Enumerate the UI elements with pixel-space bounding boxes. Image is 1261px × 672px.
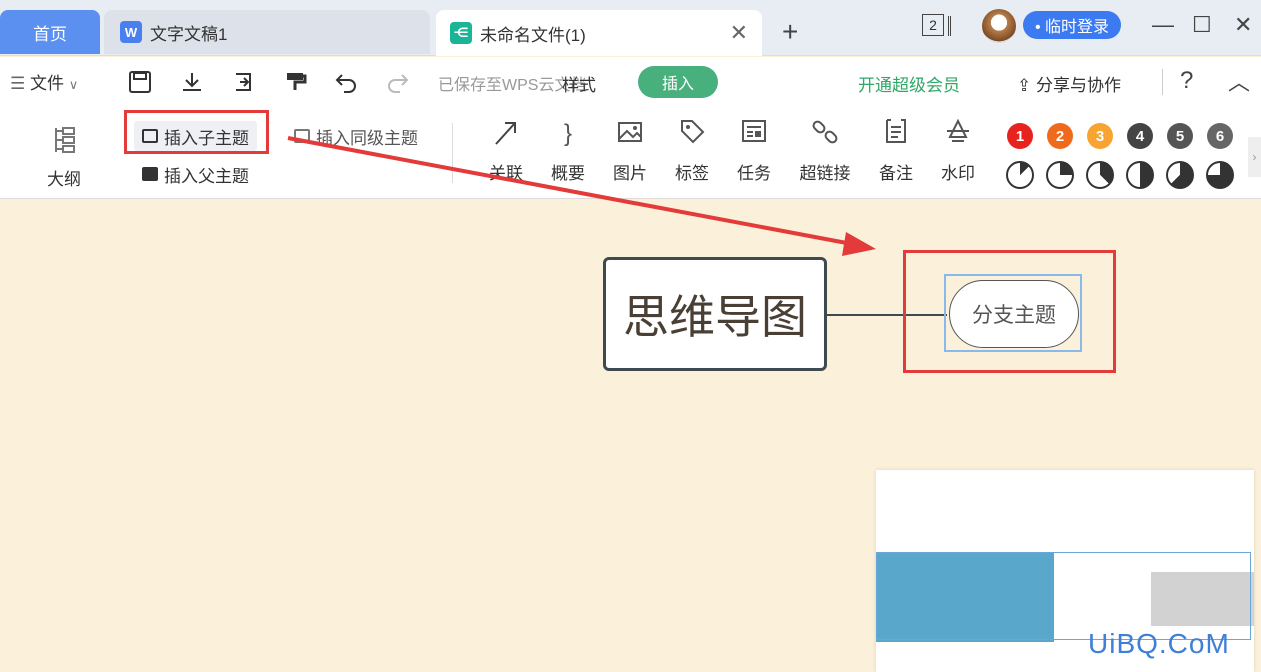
priority-2-icon[interactable]: 2 <box>1047 123 1073 149</box>
ribbon-scroll-right-icon[interactable]: › <box>1248 137 1261 177</box>
topic-connector-line <box>827 314 947 316</box>
ribbon-divider <box>452 123 453 183</box>
insert-parent-topic-button[interactable]: 插入父主题 <box>134 159 257 189</box>
outline-button[interactable]: 大纲 <box>42 125 86 189</box>
outline-icon <box>42 125 86 162</box>
image-icon <box>598 117 662 151</box>
close-tab-icon[interactable]: ✕ <box>730 20 748 46</box>
relation-label: 关联 <box>489 164 523 183</box>
priority-3-icon[interactable]: 3 <box>1087 123 1113 149</box>
minimize-icon[interactable]: — <box>1152 12 1174 38</box>
tag-button[interactable]: 标签 <box>660 117 724 184</box>
progress-6-icon[interactable] <box>1206 161 1234 189</box>
task-button[interactable]: 任务 <box>722 117 786 184</box>
tab-bar: 首页 W 文字文稿1 ⋲ 未命名文件(1) ✕ + 2 • 临时登录 — ☐ ✕ <box>0 0 1261 56</box>
temp-login-button[interactable]: • 临时登录 <box>1023 11 1121 39</box>
hyperlink-button[interactable]: 超链接 <box>793 117 857 184</box>
wps-writer-icon: W <box>120 21 142 43</box>
site-watermark: UiBQ.CoM <box>1088 628 1230 659</box>
task-icon <box>722 117 786 151</box>
help-icon[interactable]: ? <box>1180 67 1193 95</box>
menu-divider <box>1162 69 1163 95</box>
share-label: 分享与协作 <box>1035 76 1121 95</box>
relation-arrow-icon <box>474 117 538 151</box>
tab-insert[interactable]: 插入 <box>638 66 718 98</box>
hamburger-icon: ☰ <box>10 74 26 93</box>
window-count-badge[interactable]: 2 <box>922 14 944 36</box>
insert-parent-topic-label: 插入父主题 <box>164 166 249 186</box>
watermark-icon <box>926 117 990 151</box>
summary-label: 概要 <box>551 164 585 183</box>
image-button[interactable]: 图片 <box>598 117 662 184</box>
close-window-icon[interactable]: ✕ <box>1234 12 1252 38</box>
window-stack-icon <box>948 16 951 36</box>
progress-3-icon[interactable] <box>1086 161 1114 189</box>
priority-4-icon[interactable]: 4 <box>1127 123 1153 149</box>
hyperlink-icon <box>793 117 857 151</box>
relation-button[interactable]: 关联 <box>474 117 538 184</box>
sibling-topic-icon <box>294 129 310 143</box>
summary-button[interactable]: } 概要 <box>536 117 600 184</box>
minimap-viewport[interactable] <box>876 552 1251 640</box>
summary-brace-icon: } <box>563 120 572 147</box>
vip-upgrade-link[interactable]: 开通超级会员 <box>858 71 960 96</box>
chevron-down-icon: ∨ <box>68 77 79 92</box>
image-label: 图片 <box>613 164 647 183</box>
watermark-button[interactable]: 水印 <box>926 117 990 184</box>
outline-label: 大纲 <box>47 170 81 189</box>
branch-topic-node[interactable]: 分支主题 <box>949 280 1079 348</box>
maximize-icon[interactable]: ☐ <box>1192 12 1212 38</box>
tab-text-document[interactable]: W 文字文稿1 <box>104 10 430 54</box>
export-icon[interactable] <box>232 70 256 100</box>
share-collaborate-button[interactable]: ⇪ 分享与协作 <box>1017 71 1121 96</box>
note-button[interactable]: 备注 <box>864 117 928 184</box>
insert-sibling-topic-label: 插入同级主题 <box>316 128 418 148</box>
progress-1-icon[interactable] <box>1006 161 1034 189</box>
hyperlink-label: 超链接 <box>799 164 851 183</box>
mindmap-icon: ⋲ <box>450 22 472 44</box>
file-menu-label: 文件 <box>29 74 64 93</box>
file-menu-button[interactable]: ☰ 文件 ∨ <box>10 69 78 94</box>
collapse-ribbon-icon[interactable]: ︿ <box>1228 65 1250 97</box>
tab-mindmap-file[interactable]: ⋲ 未命名文件(1) ✕ <box>436 10 762 56</box>
new-tab-plus-icon[interactable]: + <box>782 16 798 48</box>
parent-topic-icon <box>142 167 158 181</box>
tag-icon <box>660 117 724 151</box>
undo-icon[interactable] <box>334 70 358 100</box>
menu-bar: ☰ 文件 ∨ 已保存至WPS云文档 样式 插入 开通超级会员 ⇪ 分享与协作 ?… <box>0 57 1261 107</box>
tab-style[interactable]: 样式 <box>562 71 596 96</box>
tag-label: 标签 <box>675 164 709 183</box>
watermark-label: 水印 <box>941 164 975 183</box>
share-icon: ⇪ <box>1017 76 1032 95</box>
save-icon[interactable] <box>128 70 152 100</box>
insert-child-topic-label: 插入子主题 <box>164 128 249 148</box>
insert-sibling-topic-button[interactable]: 插入同级主题 <box>286 121 426 151</box>
task-label: 任务 <box>737 164 771 183</box>
note-icon <box>864 117 928 151</box>
tab-text-document-label: 文字文稿1 <box>150 24 228 44</box>
avatar[interactable] <box>982 9 1016 43</box>
redo-icon[interactable] <box>386 70 410 100</box>
tab-mindmap-file-label: 未命名文件(1) <box>480 25 586 45</box>
insert-child-topic-button[interactable]: 插入子主题 <box>134 121 257 151</box>
format-painter-icon[interactable] <box>284 70 308 100</box>
priority-5-icon[interactable]: 5 <box>1167 123 1193 149</box>
progress-5-icon[interactable] <box>1166 161 1194 189</box>
progress-4-icon[interactable] <box>1126 161 1154 189</box>
child-topic-icon <box>142 129 158 143</box>
mindmap-canvas[interactable]: 思维导图 分支主题 UiBQ.CoM <box>0 200 1261 672</box>
priority-6-icon[interactable]: 6 <box>1207 123 1233 149</box>
priority-1-icon[interactable]: 1 <box>1007 123 1033 149</box>
note-label: 备注 <box>879 164 913 183</box>
progress-2-icon[interactable] <box>1046 161 1074 189</box>
root-topic-node[interactable]: 思维导图 <box>603 257 827 371</box>
download-icon[interactable] <box>180 70 204 100</box>
insert-ribbon: 大纲 插入子主题 插入同级主题 插入父主题 关联 } 概要 图片 标签 任务 超… <box>0 107 1261 199</box>
tab-home[interactable]: 首页 <box>0 10 100 54</box>
